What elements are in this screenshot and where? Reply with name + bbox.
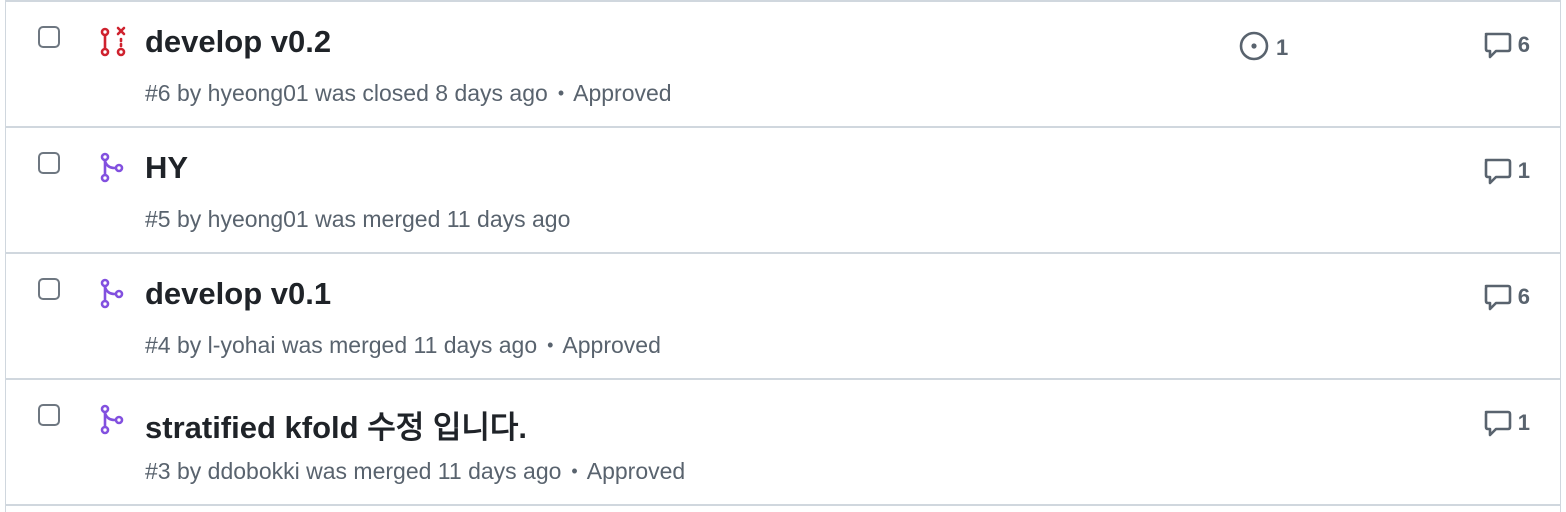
review-status[interactable]: Approved	[562, 332, 660, 358]
comments-link[interactable]: 6	[1482, 30, 1530, 60]
author-link[interactable]: l-yohai	[208, 332, 276, 358]
review-status[interactable]: Approved	[573, 80, 671, 106]
comments-link[interactable]: 6	[1482, 282, 1530, 312]
pull-request-row: stratified kfold 수정 입니다. #3 by ddobokki …	[6, 380, 1560, 506]
status-text: was merged 11 days ago	[315, 206, 571, 232]
pull-request-number: #4	[145, 332, 171, 358]
pull-request-title[interactable]: HY	[145, 150, 188, 186]
comments-link[interactable]: 1	[1482, 408, 1530, 438]
comment-icon	[1484, 284, 1512, 311]
pull-request-list: develop v0.2 #6 by hyeong01 was closed 8…	[5, 0, 1561, 512]
pull-request-meta: #6 by hyeong01 was closed 8 days ago • App…	[145, 80, 672, 107]
comment-icon	[1484, 158, 1512, 185]
author-link[interactable]: hyeong01	[208, 80, 309, 106]
select-checkbox[interactable]	[38, 278, 60, 300]
comments-link[interactable]: 1	[1482, 156, 1530, 186]
comment-count: 6	[1517, 284, 1530, 309]
pull-request-title[interactable]: develop v0.1	[145, 276, 331, 312]
status-text: was merged 11 days ago	[306, 458, 562, 484]
select-checkbox[interactable]	[38, 152, 60, 174]
review-status[interactable]: Approved	[587, 458, 685, 484]
by-label: by	[176, 206, 202, 232]
pull-request-meta: #5 by hyeong01 was merged 11 days ago	[145, 206, 570, 233]
git-merge-icon	[100, 404, 124, 435]
status-text: was closed 8 days ago	[315, 80, 548, 106]
pull-request-number: #5	[145, 206, 171, 232]
comment-icon	[1484, 410, 1512, 437]
pull-request-meta: #3 by ddobokki was merged 11 days ago • Ap…	[145, 458, 685, 485]
comment-count: 1	[1517, 158, 1530, 183]
select-checkbox[interactable]	[38, 26, 60, 48]
separator-dot: •	[547, 335, 554, 355]
separator-dot: •	[557, 83, 565, 103]
author-link[interactable]: hyeong01	[208, 206, 309, 232]
status-text: was merged 11 days ago	[281, 332, 538, 358]
pull-request-number: #6	[145, 80, 171, 106]
git-merge-icon	[100, 278, 124, 309]
pull-request-row: develop v0.2 #6 by hyeong01 was closed 8…	[6, 2, 1560, 128]
by-label: by	[176, 80, 202, 106]
comment-count: 6	[1517, 32, 1530, 57]
pull-request-meta: #4 by l-yohai was merged 11 days ago • App…	[145, 332, 661, 359]
by-label: by	[176, 458, 202, 484]
pull-request-title[interactable]: stratified kfold 수정 입니다.	[145, 402, 527, 447]
pull-request-row: develop v0.1 #4 by l-yohai was merged 11…	[6, 254, 1560, 380]
issue-opened-icon	[1239, 31, 1269, 61]
pull-request-title[interactable]: develop v0.2	[145, 24, 331, 60]
git-pull-request-closed-icon	[100, 26, 126, 57]
separator-dot: •	[571, 461, 578, 481]
author-link[interactable]: ddobokki	[208, 458, 300, 484]
git-merge-icon	[100, 152, 124, 183]
linked-issues-count: 1	[1276, 35, 1289, 60]
comment-icon	[1484, 32, 1512, 59]
pull-request-row: HY #5 by hyeong01 was merged 11 days ago…	[6, 128, 1560, 254]
linked-issues-link[interactable]: 1	[1238, 30, 1288, 62]
by-label: by	[176, 332, 202, 358]
pull-request-number: #3	[145, 458, 171, 484]
comment-count: 1	[1517, 410, 1530, 435]
select-checkbox[interactable]	[38, 404, 60, 426]
